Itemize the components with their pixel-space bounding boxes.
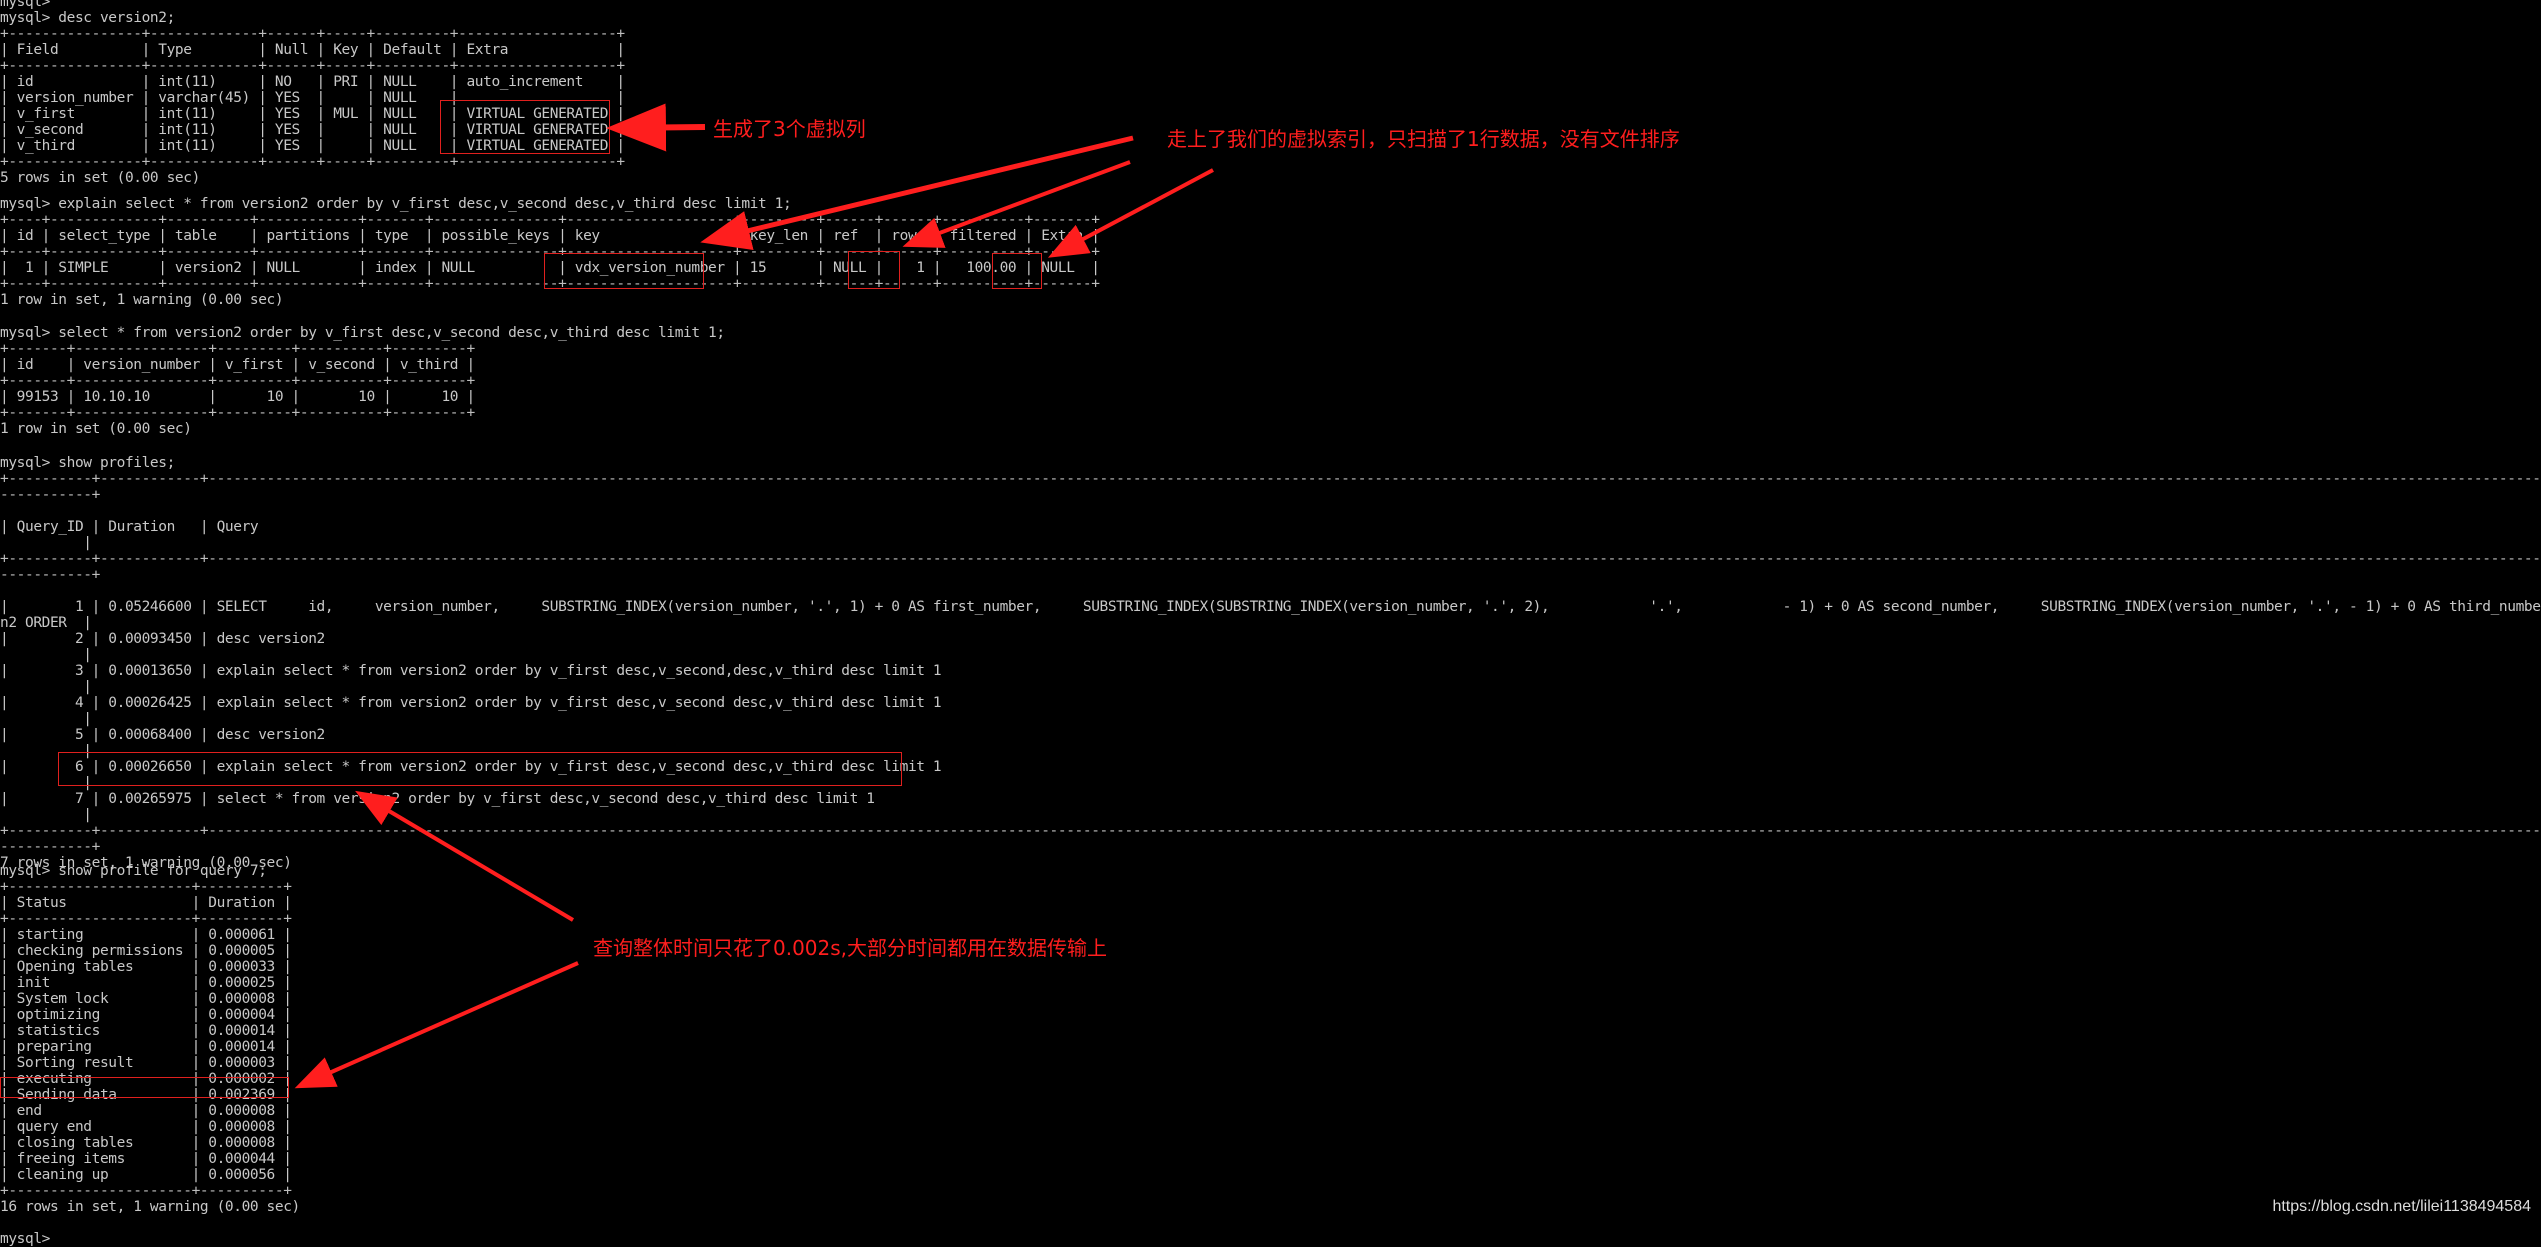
result-footer: 16 rows in set, 1 warning (0.00 sec): [0, 1199, 300, 1215]
table-row: | starting | 0.000061 |: [0, 927, 292, 943]
table-row: | cleaning up | 0.000056 |: [0, 1167, 292, 1183]
table-row: | freeing items | 0.000044 |: [0, 1151, 292, 1167]
table-row: | checking permissions | 0.000005 |: [0, 943, 292, 959]
result-footer: 7 rows in set, 1 warning (0.00 sec): [0, 855, 292, 871]
table-row: | Sorting result | 0.000003 |: [0, 1055, 292, 1071]
show-profile-output: mysql> show profile for query 7; +-------…: [0, 847, 300, 1247]
result-footer: 5 rows in set (0.00 sec): [0, 170, 200, 186]
table-border: +-------+----------------+---------+----…: [0, 341, 475, 357]
table-row: | 7 | 0.00265975 | select * from version…: [0, 791, 875, 807]
row-wrap: |: [0, 679, 92, 695]
highlight-query-7: [58, 752, 902, 786]
command-line: mysql> desc version2;: [0, 10, 175, 26]
row-wrap: |: [0, 647, 92, 663]
command-line: mysql> select * from version2 order by v…: [0, 325, 725, 341]
result-footer: 1 row in set (0.00 sec): [0, 421, 192, 437]
table-header: | Field | Type | Null | Key | Default | …: [0, 42, 625, 58]
table-row: | System lock | 0.000008 |: [0, 991, 292, 1007]
table-row: | optimizing | 0.000004 |: [0, 1007, 292, 1023]
table-row: | 2 | 0.00093450 | desc version2: [0, 631, 325, 647]
command-line: mysql> explain select * from version2 or…: [0, 196, 792, 212]
annotation-virtual-index: 走上了我们的虚拟索引，只扫描了1行数据，没有文件排序: [1167, 127, 1680, 151]
row-wrap: |: [0, 711, 92, 727]
table-border: +----------------------+----------+: [0, 911, 292, 927]
prompt-line: mysql>: [0, 0, 50, 10]
table-border: +----+-------------+----------+---------…: [0, 212, 1100, 228]
table-border: +----------+------------+---------------…: [0, 823, 2541, 839]
result-footer: 1 row in set, 1 warning (0.00 sec): [0, 292, 284, 308]
table-header: | id | version_number | v_first | v_seco…: [0, 357, 475, 373]
command-line: mysql> show profiles;: [0, 455, 175, 471]
command-line: mysql> show profile for query 7;: [0, 863, 267, 879]
table-border: +-------+----------------+---------+----…: [0, 405, 475, 421]
table-row: | 1 | 0.05246600 | SELECT id, version_nu…: [0, 599, 2541, 615]
highlight-sending-data: [0, 1077, 289, 1098]
arrow-to-sending-data: [294, 961, 579, 1089]
table-header: | Query_ID | Duration | Query: [0, 519, 259, 535]
table-header: | Status | Duration |: [0, 895, 292, 911]
table-border: +----------+------------+---------------…: [0, 551, 2541, 567]
table-border: +-------+----------------+---------+----…: [0, 373, 475, 389]
highlight-extra: [992, 253, 1042, 289]
table-border: +----------------+-------------+------+-…: [0, 154, 625, 170]
table-row: | 5 | 0.00068400 | desc version2: [0, 727, 325, 743]
table-row: | 4 | 0.00026425 | explain select * from…: [0, 695, 942, 711]
table-border: +----------------------+----------+: [0, 1183, 292, 1199]
table-row: | 99153 | 10.10.10 | 10 | 10 | 10 |: [0, 389, 475, 405]
arrow-to-virtual-columns: [606, 103, 706, 152]
highlight-key: [544, 253, 704, 289]
explain-output: mysql> explain select * from version2 or…: [0, 196, 1100, 308]
watermark: https://blog.csdn.net/lilei1138494584: [2272, 1198, 2531, 1215]
spacer: |: [0, 535, 92, 551]
table-border: -----------+: [0, 567, 100, 583]
table-row: | id | int(11) | NO | PRI | NULL | auto_…: [0, 74, 625, 90]
table-border: +----------------+-------------+------+-…: [0, 26, 625, 42]
table-border: -----------+: [0, 487, 100, 503]
annotation-virtual-columns: 生成了3个虚拟列: [713, 117, 866, 141]
row-wrap: n2 ORDER |: [0, 615, 92, 631]
table-row: | closing tables | 0.000008 |: [0, 1135, 292, 1151]
highlight-rows: [848, 251, 900, 289]
table-row: | preparing | 0.000014 |: [0, 1039, 292, 1055]
annotation-timing: 查询整体时间只花了0.002s,大部分时间都用在数据传输上: [593, 936, 1108, 960]
table-row: | Opening tables | 0.000033 |: [0, 959, 292, 975]
desc-output: mysql> mysql> desc version2; +------------…: [0, 0, 625, 186]
table-border: +----------------------+----------+: [0, 879, 292, 895]
table-row: | 3 | 0.00013650 | explain select * from…: [0, 663, 942, 679]
row-wrap: |: [0, 807, 92, 823]
table-header: | id | select_type | table | partitions …: [0, 228, 1100, 244]
table-row: | end | 0.000008 |: [0, 1103, 292, 1119]
table-row: | statistics | 0.000014 |: [0, 1023, 292, 1039]
highlight-virtual-generated: [440, 100, 610, 154]
table-row: | query end | 0.000008 |: [0, 1119, 292, 1135]
select-output: mysql> select * from version2 order by v…: [0, 325, 725, 437]
table-border: -----------+: [0, 839, 100, 855]
table-row: | init | 0.000025 |: [0, 975, 292, 991]
table-border: +----------------+-------------+------+-…: [0, 58, 625, 74]
show-profiles-output: mysql> show profiles; +----------+-------…: [0, 455, 2541, 871]
table-border: +----------+------------+---------------…: [0, 471, 2541, 487]
prompt-line: mysql>: [0, 1231, 50, 1247]
